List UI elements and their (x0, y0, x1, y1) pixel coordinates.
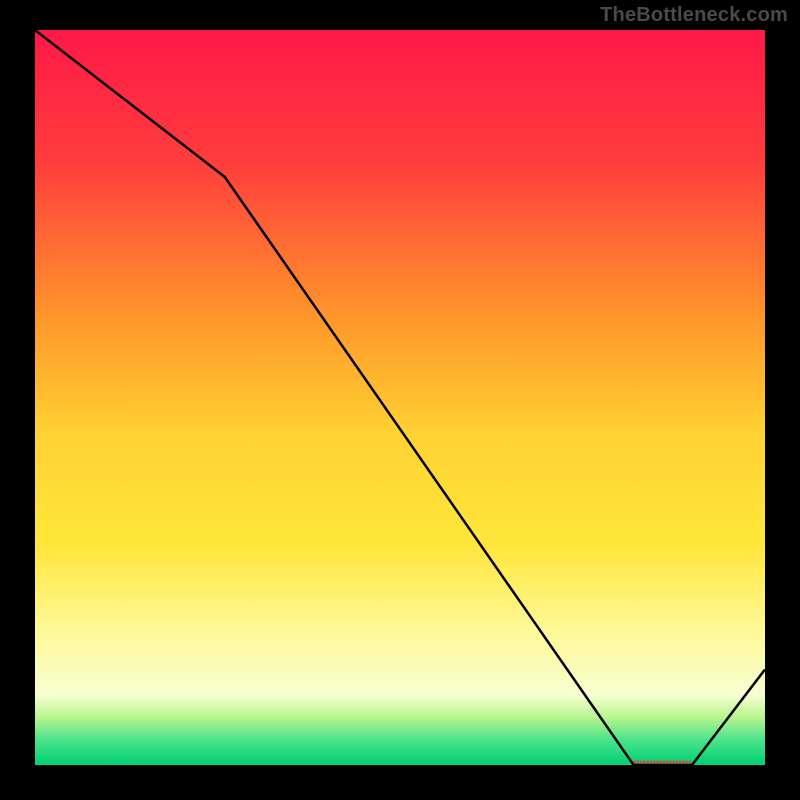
frame-left (0, 0, 35, 800)
watermark-text: TheBottleneck.com (600, 4, 788, 27)
chart-stage: TheBottleneck.com (0, 0, 800, 800)
frame-bottom (0, 765, 800, 800)
gradient-background (35, 30, 765, 765)
bottleneck-chart (0, 0, 800, 800)
frame-right (765, 0, 800, 800)
